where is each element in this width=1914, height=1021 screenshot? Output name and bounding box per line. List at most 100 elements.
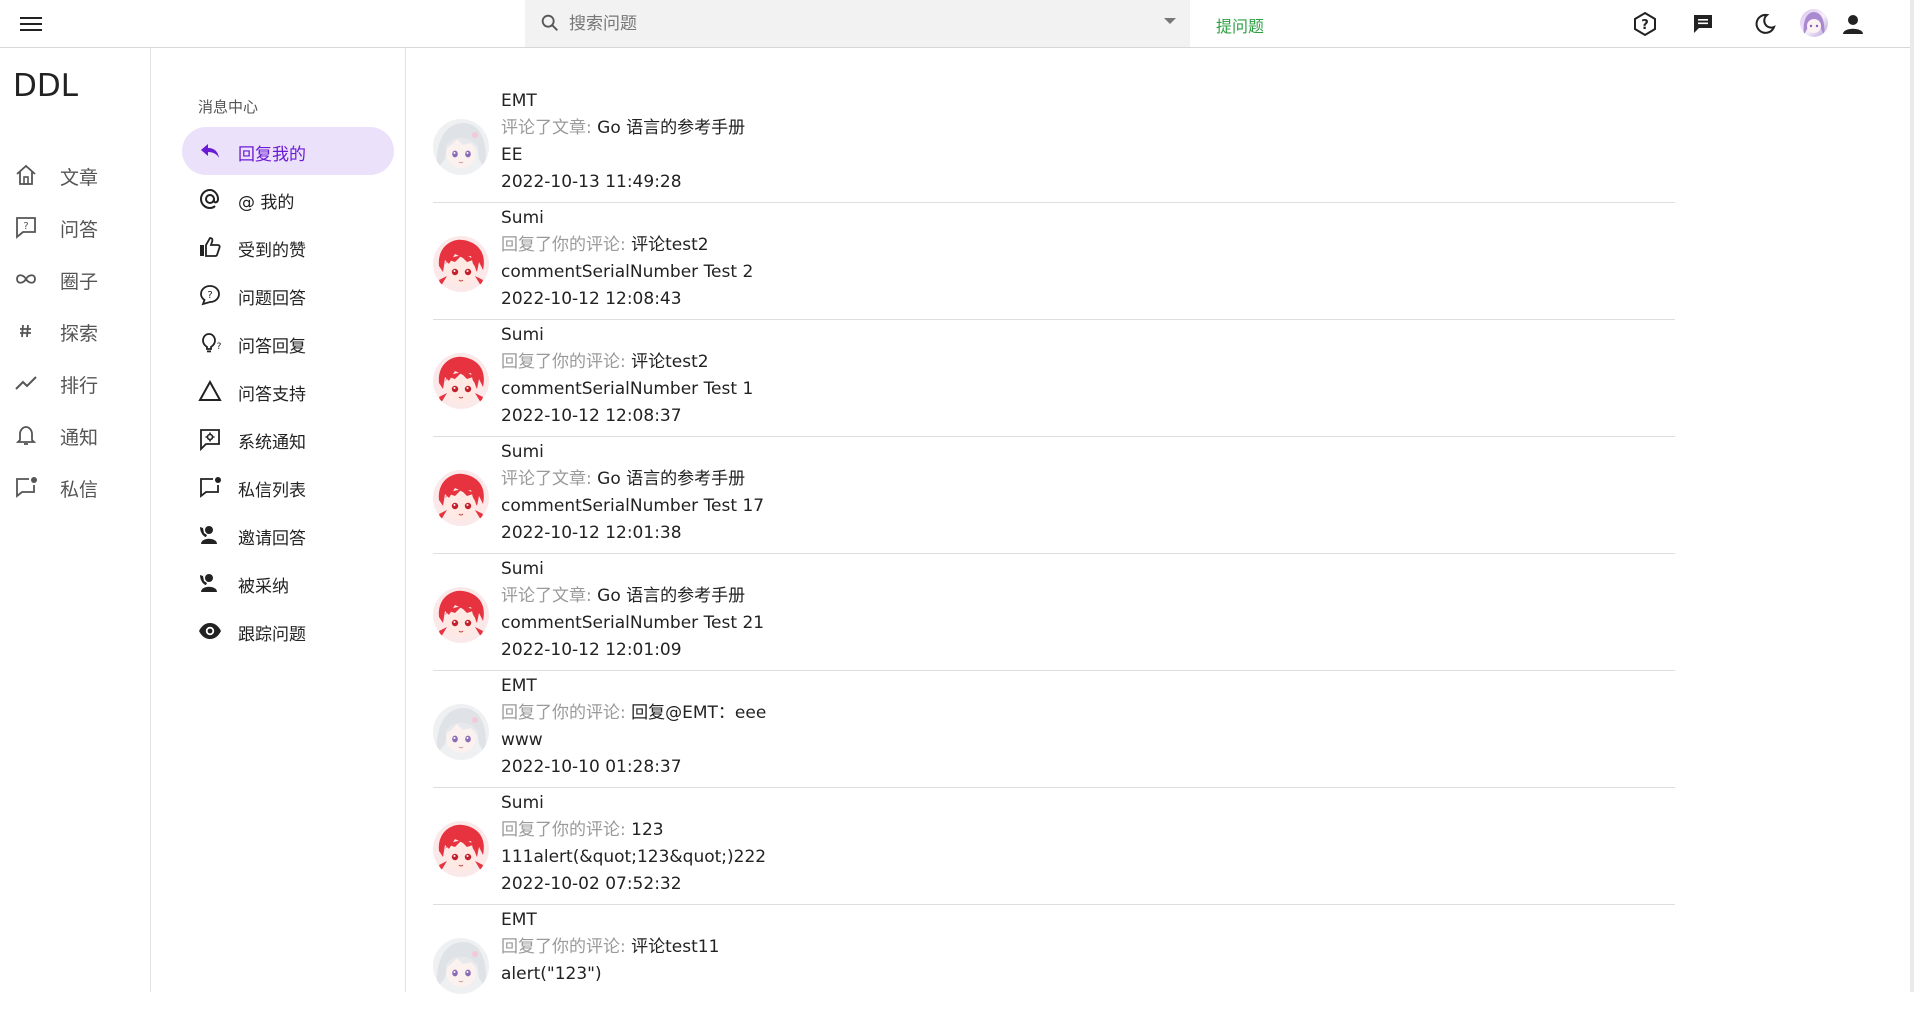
rail-item-label: 私信 [60,479,99,501]
feed-item: EMT 回复了你的评论: 回复@EMT：eee www 2022-10-10 0… [433,671,1675,788]
message-badge-icon [200,477,221,498]
author-name[interactable]: EMT [501,910,537,930]
avatar[interactable] [433,353,489,409]
search-input[interactable] [567,8,1151,40]
rail-item-circles[interactable]: 圈子 [0,257,149,301]
question-chat-icon: ? [200,285,220,306]
action-text: 回复了你的评论: [501,235,626,255]
target-link[interactable]: 123 [631,820,663,840]
lightbulb-question-icon: ? [202,333,222,353]
action-text: 评论了文章: [501,118,592,138]
nav-item-label: 邀请回答 [238,529,306,549]
timestamp: 2022-10-12 12:01:09 [501,640,682,660]
action-text: 回复了你的评论: [501,820,626,840]
timestamp: 2022-10-13 11:49:28 [501,172,682,192]
feed-item: Sumi 回复了你的评论: 123 111alert(&quot;123&quo… [433,788,1675,905]
home-icon [16,164,36,185]
nav-item-label: 被采纳 [238,577,289,597]
person-phone-icon [200,574,217,592]
timestamp: 2022-10-12 12:08:43 [501,289,682,309]
brand-logo[interactable]: DDL [13,68,78,104]
target-link[interactable]: 回复@EMT：eee [631,703,766,723]
rail-item-explore[interactable]: 探索 [0,309,149,353]
avatar[interactable] [433,119,489,175]
nav-item-label: @ 我的 [238,193,295,213]
target-link[interactable]: Go 语言的参考手册 [597,469,745,489]
comment-content: alert("123") [501,964,602,984]
author-name[interactable]: Sumi [501,793,544,813]
help-icon[interactable]: ? [1632,11,1658,37]
timestamp: 2022-10-10 01:28:37 [501,757,682,777]
author-name[interactable]: EMT [501,91,537,111]
person-phone-icon [200,526,217,544]
comment-content: EE [501,145,523,165]
search-dropdown-icon[interactable] [1164,18,1176,24]
timestamp: 2022-10-02 07:52:32 [501,874,682,894]
action-text: 评论了文章: [501,586,592,606]
target-link[interactable]: Go 语言的参考手册 [597,118,745,138]
action-text: 评论了文章: [501,469,592,489]
rail-item-messages[interactable]: 私信 [0,465,149,509]
target-link[interactable]: 评论test11 [631,937,719,957]
nav-item-invite-answers[interactable]: 邀请回答 [182,511,394,559]
avatar[interactable] [433,938,489,994]
avatar[interactable] [433,587,489,643]
feed-item: Sumi 回复了你的评论: 评论test2 commentSerialNumbe… [433,203,1675,320]
reply-feed: EMT 评论了文章: Go 语言的参考手册 EE 2022-10-13 11:4… [406,48,1686,992]
author-name[interactable]: Sumi [501,442,544,462]
feed-item: EMT 回复了你的评论: 评论test11 alert("123") [433,905,1675,1021]
target-link[interactable]: Go 语言的参考手册 [597,586,745,606]
rail-item-qa[interactable]: ? 问答 [0,205,149,249]
main-navigation-rail: DDL 文章 ? 问答 圈子 探索 排行 通知 私信 [0,48,151,992]
nav-item-accepted[interactable]: 被采纳 [182,559,394,607]
svg-text:?: ? [1641,18,1649,33]
svg-text:?: ? [217,342,222,352]
rail-item-notifications[interactable]: 通知 [0,413,149,457]
rail-item-label: 问答 [60,219,99,241]
hamburger-menu-icon[interactable] [20,14,44,34]
nav-item-question-answers[interactable]: ? 问题回答 [182,271,394,319]
dark-mode-icon[interactable] [1752,11,1778,37]
avatar[interactable] [433,704,489,760]
hashtag-icon [20,324,31,338]
nav-item-label: 受到的赞 [238,241,306,261]
infinity-icon [16,274,36,284]
comment-content: commentSerialNumber Test 17 [501,496,765,516]
account-icon[interactable] [1840,11,1866,37]
svg-text:?: ? [207,290,212,301]
author-name[interactable]: Sumi [501,325,544,345]
avatar[interactable] [433,236,489,292]
page-scrollbar[interactable] [1910,0,1914,992]
nav-item-qa-support[interactable]: 问答支持 [182,367,394,415]
rail-item-label: 通知 [60,427,99,449]
ask-question-button[interactable]: 提问题 [1216,13,1264,37]
at-icon [199,188,220,210]
avatar[interactable] [433,821,489,877]
author-name[interactable]: Sumi [501,208,544,228]
action-text: 回复了你的评论: [501,352,626,372]
target-link[interactable]: 评论test2 [631,235,708,255]
nav-item-likes[interactable]: 受到的赞 [182,223,394,271]
author-name[interactable]: Sumi [501,559,544,579]
question-chat-icon: ? [16,217,36,239]
avatar[interactable] [433,470,489,526]
author-name[interactable]: EMT [501,676,537,696]
target-link[interactable]: 评论test2 [631,352,708,372]
rail-item-articles[interactable]: 文章 [0,153,149,197]
nav-item-private-messages[interactable]: 私信列表 [182,463,394,511]
nav-item-qa-replies[interactable]: ? 问答回复 [182,319,394,367]
nav-item-label: 系统通知 [238,433,306,453]
rail-item-ranking[interactable]: 排行 [0,361,149,405]
comment-content: 111alert(&quot;123&quot;)222 [501,847,767,867]
nav-item-mentions[interactable]: @ 我的 [182,175,394,223]
triangle-icon [198,379,222,401]
message-icon [16,477,37,498]
nav-item-label: 问答支持 [238,385,306,405]
nav-item-tracked-questions[interactable]: 跟踪问题 [182,607,394,655]
nav-item-replies-to-me[interactable]: 回复我的 [182,127,394,175]
chat-icon[interactable] [1690,11,1716,37]
comment-content: www [501,730,543,750]
nav-item-system-notices[interactable]: 系统通知 [182,415,394,463]
user-avatar[interactable] [1800,9,1828,37]
bell-icon [15,426,37,445]
